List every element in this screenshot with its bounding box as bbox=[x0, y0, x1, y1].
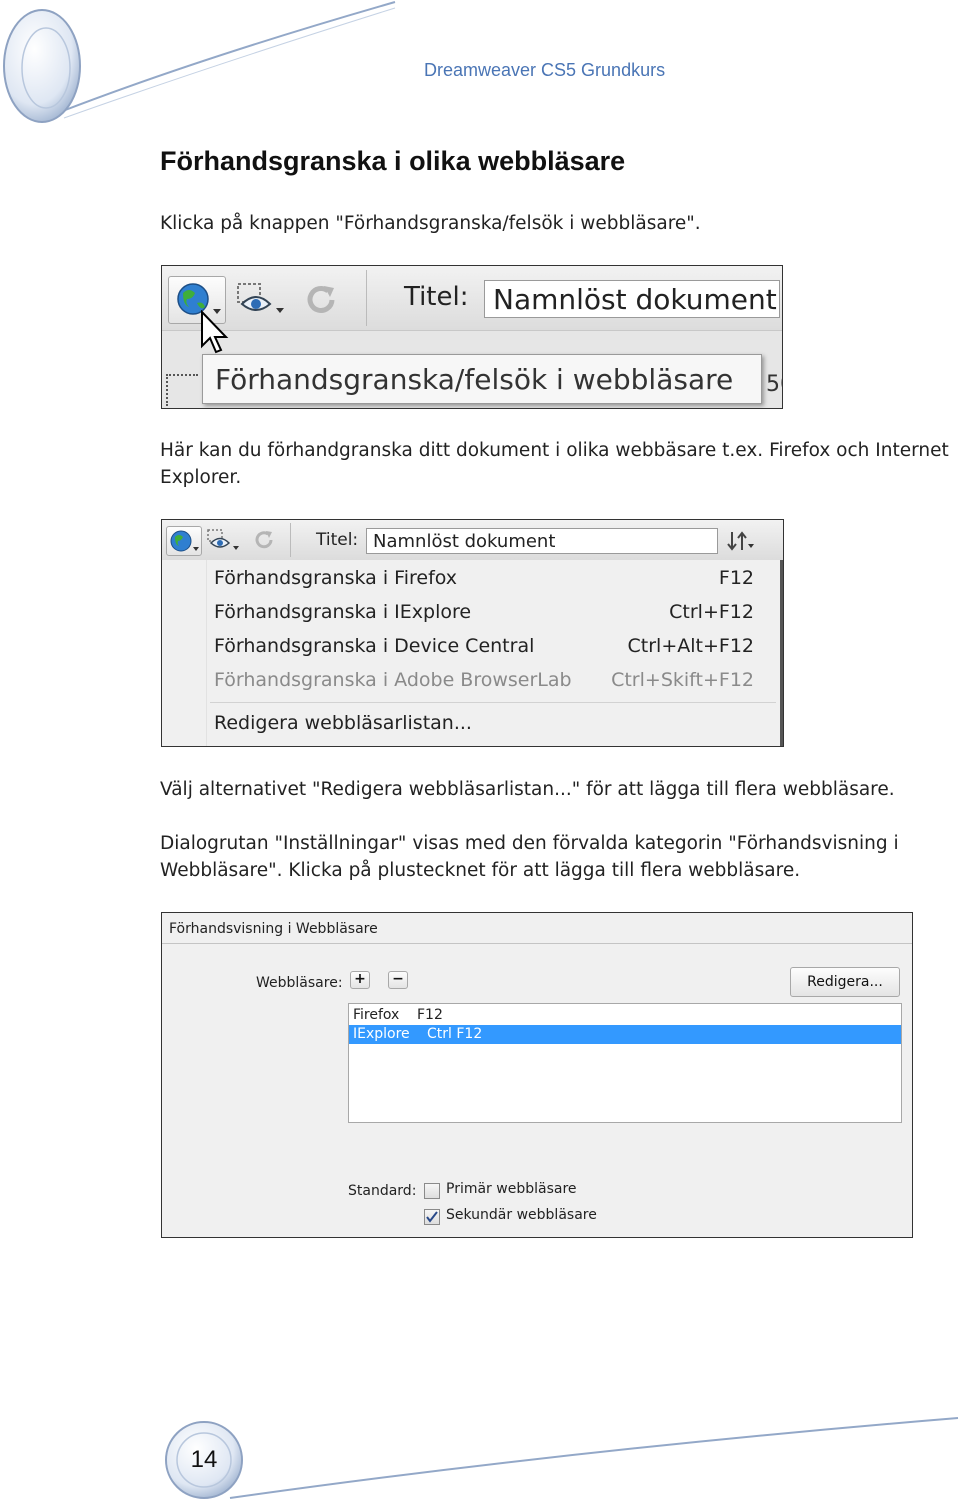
menu-item-label: Förhandsgranska i Adobe BrowserLab bbox=[214, 669, 572, 691]
divider bbox=[162, 943, 912, 944]
add-browser-button[interactable]: + bbox=[350, 971, 370, 989]
choose-option-paragraph: Välj alternativet "Redigera webbläsarlis… bbox=[160, 779, 895, 800]
list-item-firefox[interactable]: Firefox F12 bbox=[349, 1006, 901, 1024]
browser-name: Firefox bbox=[353, 1007, 400, 1023]
menu-item-label: Förhandsgranska i IExplore bbox=[214, 601, 472, 623]
refresh-icon[interactable] bbox=[302, 280, 342, 320]
menu-item-shortcut: Ctrl+F12 bbox=[669, 601, 754, 623]
footer-ornament bbox=[165, 1417, 959, 1499]
tooltip: Förhandsgranska/felsök i webbläsare bbox=[202, 354, 762, 404]
browsers-label: Webbläsare: bbox=[256, 975, 343, 991]
secondary-checkbox[interactable] bbox=[424, 1209, 440, 1225]
menu-item-browserlab: Förhandsgranska i Adobe BrowserLab Ctrl+… bbox=[208, 666, 756, 696]
refresh-icon[interactable] bbox=[252, 528, 276, 552]
header-ornament bbox=[3, 1, 396, 123]
title-field[interactable]: Namnlöst dokument bbox=[366, 528, 718, 554]
title-field[interactable]: Namnlöst dokument bbox=[484, 280, 780, 318]
inspect-eye-icon[interactable] bbox=[206, 528, 242, 554]
list-item-iexplore[interactable]: IExplore Ctrl F12 bbox=[349, 1025, 901, 1044]
menu-item-shortcut: Ctrl+Skift+F12 bbox=[611, 669, 754, 691]
running-header: Dreamweaver CS5 Grundkurs bbox=[424, 60, 666, 80]
primary-label: Primär webbläsare bbox=[446, 1181, 577, 1197]
check-icon bbox=[426, 1211, 438, 1223]
remove-browser-button[interactable]: − bbox=[388, 971, 408, 989]
menu-item-shortcut: F12 bbox=[718, 567, 754, 589]
browser-list[interactable]: Firefox F12 IExplore Ctrl F12 bbox=[348, 1003, 902, 1123]
dialog-paragraph: Dialogrutan "Inställningar" visas med de… bbox=[160, 833, 899, 881]
menu-item-firefox[interactable]: Förhandsgranska i Firefox F12 bbox=[208, 564, 756, 594]
browser-key: F12 bbox=[417, 1007, 443, 1023]
sort-arrows-icon[interactable] bbox=[726, 528, 756, 554]
standard-label: Standard: bbox=[348, 1183, 417, 1199]
menu-item-label: Förhandsgranska i Firefox bbox=[214, 567, 458, 589]
primary-checkbox[interactable] bbox=[424, 1183, 440, 1199]
cursor-icon bbox=[201, 310, 229, 354]
screenshot-browser-menu: Titel: Namnlöst dokument Förhandsgranska… bbox=[161, 519, 784, 747]
globe-icon bbox=[170, 530, 199, 552]
browsers-paragraph: Här kan du förhandgranska ditt dokument … bbox=[160, 440, 949, 488]
page-heading: Förhandsgranska i olika webbläsare bbox=[160, 146, 626, 176]
menu-item-label: Förhandsgranska i Device Central bbox=[214, 635, 535, 657]
screenshot-preview-button: Titel: Namnlöst dokument Förhandsgranska… bbox=[161, 265, 783, 409]
menu-separator bbox=[210, 702, 776, 703]
title-label: Titel: bbox=[404, 282, 469, 312]
menu-item-iexplore[interactable]: Förhandsgranska i IExplore Ctrl+F12 bbox=[208, 598, 756, 628]
preview-browser-button[interactable] bbox=[166, 526, 202, 556]
title-label: Titel: bbox=[316, 530, 359, 550]
screenshot-preferences-dialog: Förhandsvisning i Webbläsare Webbläsare:… bbox=[161, 912, 913, 1238]
browser-name: IExplore bbox=[353, 1026, 410, 1042]
category-title: Förhandsvisning i Webbläsare bbox=[169, 921, 378, 937]
intro-paragraph: Klicka på knappen "Förhandsgranska/felsö… bbox=[160, 213, 701, 234]
menu-item-shortcut: Ctrl+Alt+F12 bbox=[627, 635, 754, 657]
inspect-eye-icon[interactable] bbox=[234, 280, 290, 320]
menu-item-device-central[interactable]: Förhandsgranska i Device Central Ctrl+Al… bbox=[208, 632, 756, 662]
secondary-label: Sekundär webbläsare bbox=[446, 1207, 597, 1223]
page-number: 14 bbox=[190, 1446, 218, 1473]
edge-fragment: 50 bbox=[766, 372, 782, 397]
menu-item-edit-browser-list[interactable]: Redigera webbläsarlistan... bbox=[214, 712, 472, 734]
ruler-corner bbox=[166, 374, 198, 406]
edit-browser-button[interactable]: Redigera... bbox=[790, 967, 900, 997]
browser-key: Ctrl F12 bbox=[427, 1026, 483, 1042]
